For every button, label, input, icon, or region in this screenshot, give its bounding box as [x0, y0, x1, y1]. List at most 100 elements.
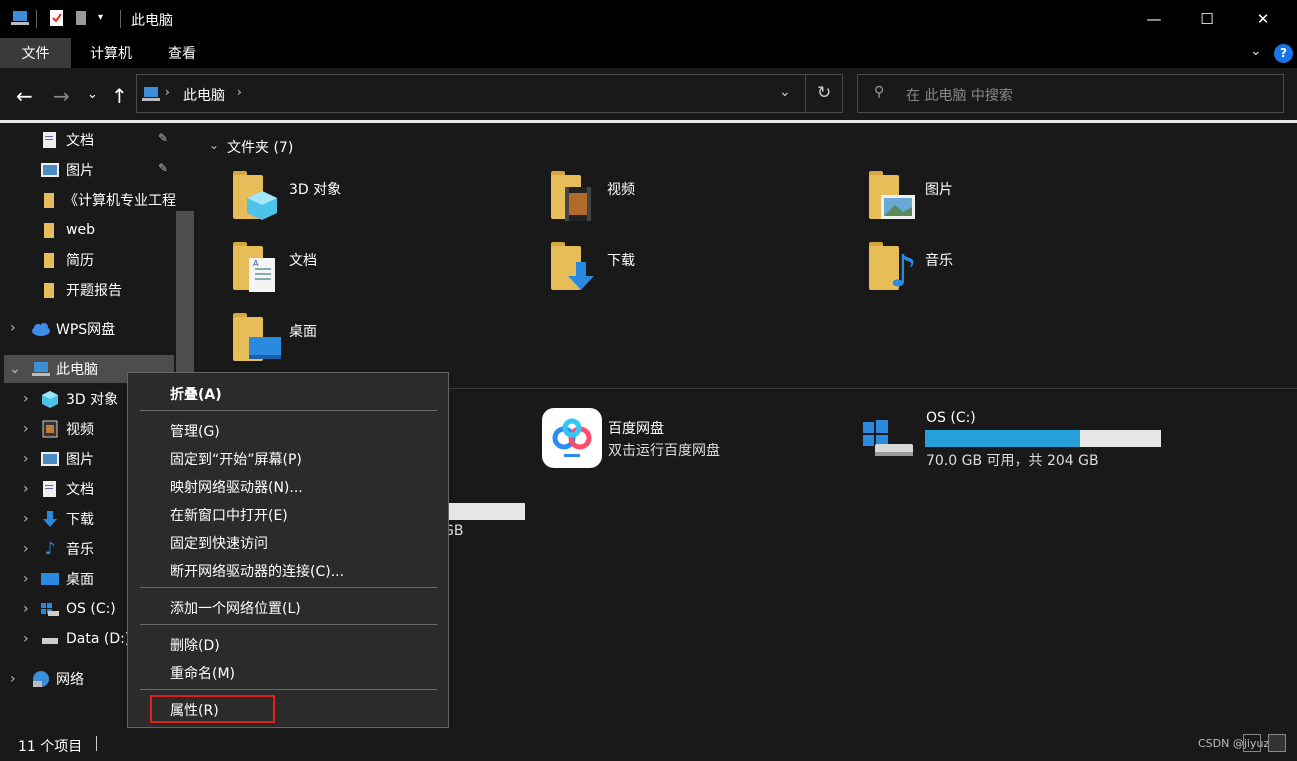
sidebar-item-label: OS (C:): [66, 601, 116, 617]
expand-chevron-icon[interactable]: ›: [23, 601, 29, 617]
sidebar-item-network[interactable]: 网络: [30, 664, 84, 694]
windows-drive-icon: [41, 603, 59, 616]
folder-name: 视频: [607, 182, 635, 198]
menu-item-collapse[interactable]: 折叠(A): [170, 384, 222, 404]
menu-separator: [140, 624, 437, 625]
cloud-icon: [32, 323, 50, 336]
group-collapse-icon[interactable]: ⌄: [209, 138, 219, 152]
menu-item-add-network-location[interactable]: 添加一个网络位置(L): [170, 598, 301, 618]
recent-locations-icon[interactable]: ⌄: [87, 87, 98, 102]
baidu-netdisk-icon: [542, 408, 602, 468]
film-icon: [42, 420, 58, 438]
close-button[interactable]: ✕: [1238, 0, 1288, 38]
sidebar-item-drive-c[interactable]: OS (C:): [40, 594, 116, 624]
sidebar-item-desktop[interactable]: 桌面: [40, 564, 94, 594]
expand-chevron-icon[interactable]: ›: [23, 511, 29, 527]
expand-chevron-icon[interactable]: ›: [23, 391, 29, 407]
pin-icon[interactable]: ✎: [158, 131, 168, 145]
refresh-icon[interactable]: ↻: [817, 83, 831, 103]
expand-chevron-icon[interactable]: ›: [23, 571, 29, 587]
sidebar-item-resume[interactable]: 简历: [40, 245, 94, 275]
device-free-space: 70.0 GB 可用，共 204 GB: [926, 453, 1099, 469]
window-title: 此电脑: [131, 13, 173, 29]
sidebar-item-web[interactable]: web: [40, 215, 95, 245]
expand-chevron-icon[interactable]: ›: [23, 631, 29, 647]
search-icon: ⚲: [874, 84, 885, 100]
folder-tile-downloads[interactable]: 下载: [551, 242, 851, 298]
large-icons-view-icon[interactable]: [1268, 734, 1286, 752]
breadcrumb-chevron-icon[interactable]: ›: [237, 85, 242, 99]
drive-icon: [42, 638, 58, 644]
help-icon[interactable]: ?: [1274, 44, 1293, 63]
maximize-button[interactable]: ☐: [1182, 0, 1232, 38]
sidebar-item-pictures[interactable]: 图片: [40, 155, 94, 185]
sidebar-item-label: 开题报告: [66, 283, 122, 299]
menu-item-manage[interactable]: 管理(G): [170, 421, 220, 441]
minimize-button[interactable]: —: [1129, 0, 1179, 38]
expand-chevron-icon[interactable]: ›: [23, 541, 29, 557]
device-name: OS (C:): [926, 410, 976, 426]
sidebar-item-downloads[interactable]: 下载: [40, 504, 94, 534]
sidebar-item-thispc[interactable]: 此电脑: [30, 354, 98, 384]
breadcrumb-chevron-icon[interactable]: ›: [165, 85, 170, 99]
expand-ribbon-icon[interactable]: ⌄: [1250, 43, 1262, 59]
document-icon: A: [249, 258, 275, 292]
menu-item-disconnect-drive[interactable]: 断开网络驱动器的连接(C)...: [170, 561, 344, 581]
folders-group-header[interactable]: 文件夹 (7): [227, 137, 293, 157]
forward-icon[interactable]: →: [53, 84, 70, 108]
folder-tile-video[interactable]: 视频: [551, 171, 851, 227]
document-icon: [43, 481, 56, 497]
item-count: 11 个项目: [18, 739, 83, 755]
menu-item-pin-start[interactable]: 固定到“开始”屏幕(P): [170, 449, 302, 469]
expand-chevron-icon[interactable]: ›: [23, 451, 29, 467]
sidebar-item-label: 文档: [66, 133, 94, 149]
sidebar-item-3d[interactable]: 3D 对象: [40, 384, 118, 414]
folder-tile-desktop[interactable]: 桌面: [233, 313, 533, 369]
expand-chevron-icon[interactable]: ›: [23, 421, 29, 437]
folder-tile-documents[interactable]: A 文档: [233, 242, 533, 298]
tab-file[interactable]: 文件: [0, 38, 71, 68]
address-bar[interactable]: › 此电脑 › ⌄ ↻: [136, 74, 843, 113]
menu-item-rename[interactable]: 重命名(M): [170, 663, 235, 683]
download-icon: [43, 511, 57, 527]
menu-item-map-drive[interactable]: 映射网络驱动器(N)...: [170, 477, 303, 497]
tab-view[interactable]: 查看: [152, 38, 212, 68]
cube-icon: [247, 191, 277, 220]
film-icon: [565, 187, 591, 221]
device-tile-baidu[interactable]: 百度网盘 双击运行百度网盘: [542, 408, 842, 470]
search-input[interactable]: ⚲ 在 此电脑 中搜索: [857, 74, 1284, 113]
sidebar-item-documents[interactable]: 文档: [40, 125, 94, 155]
folder-tile-pictures[interactable]: 图片: [869, 171, 1169, 227]
customize-quick-access-icon[interactable]: ▾: [98, 12, 103, 23]
sidebar-item-wps[interactable]: WPS网盘: [30, 314, 115, 344]
sidebar-item-report[interactable]: 开题报告: [40, 275, 122, 305]
back-icon[interactable]: ←: [16, 84, 33, 108]
pin-icon[interactable]: ✎: [158, 161, 168, 175]
sidebar-item-label: WPS网盘: [56, 322, 116, 338]
sidebar-item-documents-pc[interactable]: 文档: [40, 474, 94, 504]
properties-quick-icon[interactable]: [48, 8, 66, 28]
expand-chevron-icon[interactable]: ›: [10, 320, 16, 336]
menu-item-open-new-window[interactable]: 在新窗口中打开(E): [170, 505, 288, 525]
device-tile-drive-c[interactable]: OS (C:) 70.0 GB 可用，共 204 GB: [861, 408, 1181, 470]
sidebar-item-pictures-pc[interactable]: 图片: [40, 444, 94, 474]
collapse-chevron-icon[interactable]: ⌄: [9, 361, 21, 377]
tab-computer[interactable]: 计算机: [76, 38, 146, 68]
expand-chevron-icon[interactable]: ›: [10, 671, 16, 687]
address-dropdown-icon[interactable]: ⌄: [779, 84, 791, 100]
sidebar-item-folder[interactable]: 《计算机专业工程: [40, 185, 176, 215]
up-icon[interactable]: ↑: [111, 84, 128, 108]
breadcrumb-crumb[interactable]: 此电脑: [183, 85, 225, 105]
menu-item-delete[interactable]: 删除(D): [170, 635, 220, 655]
expand-chevron-icon[interactable]: ›: [23, 481, 29, 497]
details-view-icon[interactable]: [1243, 734, 1261, 752]
sidebar-item-music[interactable]: ♪ 音乐: [40, 534, 94, 564]
sidebar-item-video[interactable]: 视频: [40, 414, 94, 444]
new-folder-quick-icon[interactable]: [74, 8, 88, 28]
menu-item-pin-quick-access[interactable]: 固定到快速访问: [170, 533, 268, 553]
folder-icon: [44, 193, 54, 208]
folder-tile-music[interactable]: ♪ 音乐: [869, 242, 1169, 298]
status-divider: [96, 736, 97, 751]
folder-tile-3d[interactable]: 3D 对象: [233, 171, 533, 227]
sidebar-item-drive-d[interactable]: Data (D:): [40, 624, 130, 654]
